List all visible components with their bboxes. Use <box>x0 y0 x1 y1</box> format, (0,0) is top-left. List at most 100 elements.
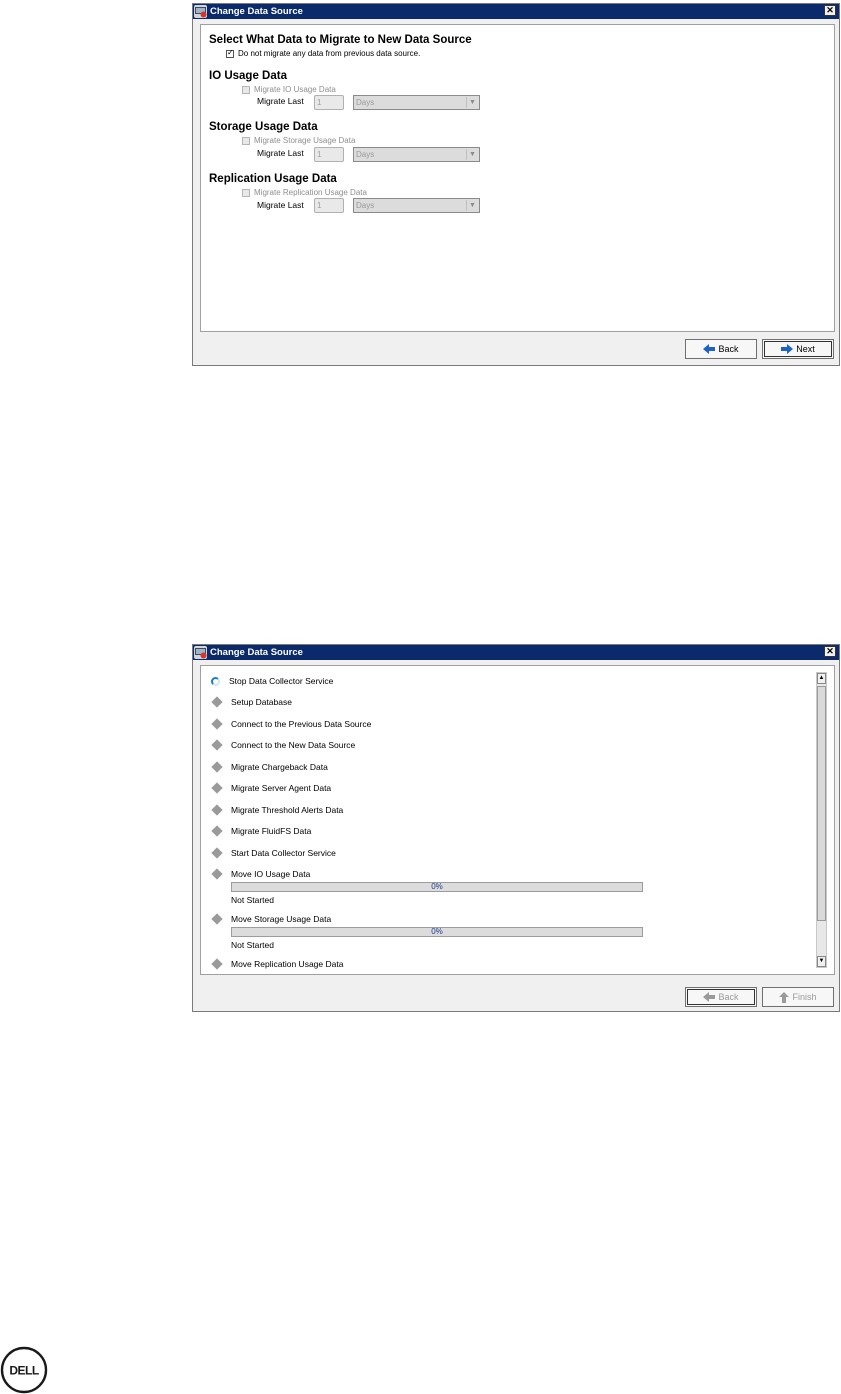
io-usage-status: Not Started <box>231 895 274 905</box>
close-button[interactable]: ✕ <box>824 5 836 16</box>
replication-migrate-last-label: Migrate Last <box>257 200 304 210</box>
step-label: Migrate FluidFS Data <box>231 826 312 836</box>
io-migrate-last-label: Migrate Last <box>257 96 304 106</box>
step-move-io-usage: Move IO Usage Data <box>211 868 311 880</box>
storage-usage-progress-bar: 0% <box>231 927 643 937</box>
pending-diamond-icon <box>211 782 223 794</box>
pending-diamond-icon <box>211 958 223 970</box>
scroll-up-icon[interactable]: ▲ <box>817 673 826 684</box>
pending-diamond-icon <box>211 696 223 708</box>
storage-migrate-last-input[interactable]: 1 <box>314 147 344 162</box>
step-move-replication-usage: Move Replication Usage Data <box>211 958 344 970</box>
page-heading: Select What Data to Migrate to New Data … <box>209 34 472 46</box>
step-migrate-fluidfs: Migrate FluidFS Data <box>211 825 312 837</box>
step-migrate-server-agent: Migrate Server Agent Data <box>211 782 332 794</box>
io-migrate-last-input[interactable]: 1 <box>314 95 344 110</box>
chevron-down-icon[interactable]: ▼ <box>466 200 478 211</box>
next-button-label: Next <box>796 344 815 354</box>
pending-diamond-icon <box>211 847 223 859</box>
back-button-label: Back <box>718 992 739 1002</box>
step-start-collector: Start Data Collector Service <box>211 847 336 859</box>
svg-text:DELL: DELL <box>9 1364 39 1378</box>
step-stop-collector: Stop Data Collector Service <box>211 676 333 686</box>
back-button[interactable]: Back <box>685 339 757 359</box>
step-label: Start Data Collector Service <box>231 848 336 858</box>
step-setup-database: Setup Database <box>211 696 292 708</box>
no-migrate-checkbox[interactable] <box>226 49 234 58</box>
step-label: Migrate Threshold Alerts Data <box>231 805 344 815</box>
window-title: Change Data Source <box>210 647 303 658</box>
finish-button-label: Finish <box>792 992 817 1002</box>
loading-spinner-icon <box>211 676 220 686</box>
step-label: Migrate Chargeback Data <box>231 762 328 772</box>
window-title: Change Data Source <box>210 6 303 17</box>
scroll-down-icon[interactable]: ▼ <box>817 956 826 967</box>
pending-diamond-icon <box>211 913 223 925</box>
pending-diamond-icon <box>211 868 223 880</box>
next-button[interactable]: Next <box>762 339 834 359</box>
no-migrate-label: Do not migrate any data from previous da… <box>238 49 421 58</box>
migrate-storage-label: Migrate Storage Usage Data <box>254 136 356 145</box>
storage-migrate-last-label: Migrate Last <box>257 148 304 158</box>
storage-usage-status: Not Started <box>231 940 274 950</box>
migrate-replication-option[interactable]: Migrate Replication Usage Data <box>242 188 367 197</box>
back-button[interactable]: Back <box>685 987 757 1007</box>
title-bar: Change Data Source ✕ <box>193 645 839 660</box>
finish-button[interactable]: Finish <box>762 987 834 1007</box>
title-bar: Change Data Source ✕ <box>193 4 839 19</box>
scroll-thumb[interactable] <box>817 686 826 921</box>
io-usage-progress-bar: 0% <box>231 882 643 892</box>
app-icon <box>194 646 207 659</box>
chevron-down-icon[interactable]: ▼ <box>466 97 478 108</box>
io-usage-heading: IO Usage Data <box>209 70 287 82</box>
migrate-io-option[interactable]: Migrate IO Usage Data <box>242 85 336 94</box>
chevron-down-icon[interactable]: ▼ <box>466 149 478 160</box>
replication-unit-select[interactable]: Days ▼ <box>353 198 480 213</box>
migrate-storage-checkbox[interactable] <box>242 136 250 145</box>
arrow-left-icon <box>703 344 716 354</box>
step-move-storage-usage: Move Storage Usage Data <box>211 913 332 925</box>
io-unit-value: Days <box>356 98 375 107</box>
pending-diamond-icon <box>211 739 223 751</box>
step-label: Stop Data Collector Service <box>229 676 334 686</box>
replication-unit-value: Days <box>356 201 375 210</box>
step-label: Move Storage Usage Data <box>231 914 332 924</box>
step-label: Move IO Usage Data <box>231 869 311 879</box>
storage-unit-value: Days <box>356 150 375 159</box>
replication-migrate-last-input[interactable]: 1 <box>314 198 344 213</box>
arrow-right-icon <box>781 344 794 354</box>
step-connect-previous: Connect to the Previous Data Source <box>211 718 372 730</box>
pending-diamond-icon <box>211 761 223 773</box>
change-data-source-dialog-options: Change Data Source ✕ Select What Data to… <box>192 3 840 366</box>
options-panel: Select What Data to Migrate to New Data … <box>200 24 835 332</box>
migrate-io-label: Migrate IO Usage Data <box>254 85 336 94</box>
close-button[interactable]: ✕ <box>824 646 836 657</box>
migrate-storage-option[interactable]: Migrate Storage Usage Data <box>242 136 355 145</box>
back-button-label: Back <box>718 344 739 354</box>
vertical-scrollbar[interactable]: ▲ ▼ <box>816 672 827 968</box>
storage-unit-select[interactable]: Days ▼ <box>353 147 480 162</box>
pending-diamond-icon <box>211 718 223 730</box>
pending-diamond-icon <box>211 825 223 837</box>
pending-diamond-icon <box>211 804 223 816</box>
io-unit-select[interactable]: Days ▼ <box>353 95 480 110</box>
change-data-source-dialog-progress: Change Data Source ✕ Stop Data Collector… <box>192 644 840 1012</box>
app-icon <box>194 5 207 18</box>
no-migrate-option[interactable]: Do not migrate any data from previous da… <box>226 49 420 58</box>
migrate-replication-label: Migrate Replication Usage Data <box>254 188 367 197</box>
step-label: Move Replication Usage Data <box>231 959 344 969</box>
arrow-up-icon <box>779 991 790 1003</box>
step-label: Migrate Server Agent Data <box>231 783 332 793</box>
migrate-replication-checkbox[interactable] <box>242 188 250 197</box>
step-migrate-chargeback: Migrate Chargeback Data <box>211 761 328 773</box>
dell-logo: DELL <box>0 1346 48 1394</box>
step-connect-new: Connect to the New Data Source <box>211 739 356 751</box>
replication-usage-heading: Replication Usage Data <box>209 173 337 185</box>
migrate-io-checkbox[interactable] <box>242 85 250 94</box>
step-label: Connect to the Previous Data Source <box>231 719 372 729</box>
progress-panel: Stop Data Collector Service Setup Databa… <box>200 665 835 975</box>
storage-usage-heading: Storage Usage Data <box>209 121 318 133</box>
step-migrate-threshold-alerts: Migrate Threshold Alerts Data <box>211 804 344 816</box>
arrow-left-icon <box>703 992 716 1002</box>
step-label: Connect to the New Data Source <box>231 740 356 750</box>
